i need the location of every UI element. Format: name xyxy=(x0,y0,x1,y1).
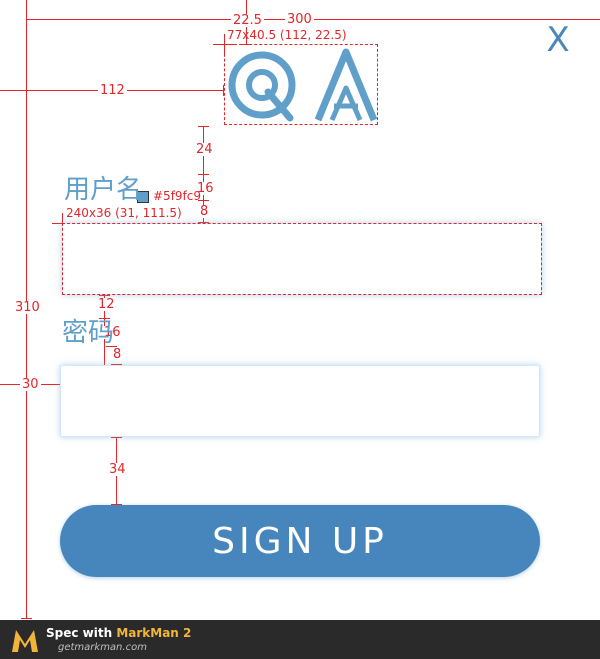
close-icon[interactable]: X xyxy=(542,23,574,57)
footer-title: Spec with MarkMan 2 xyxy=(46,626,191,640)
markman-footer: Spec with MarkMan 2 getmarkman.com xyxy=(0,620,600,659)
annotation-logo-spec: 77x40.5 (112, 22.5) xyxy=(227,28,347,42)
footer-url[interactable]: getmarkman.com xyxy=(58,642,147,653)
annotation-gap-12: 12 xyxy=(96,297,117,312)
qa-logo xyxy=(228,48,378,122)
annotation-gap-24: 24 xyxy=(194,142,215,157)
annotation-logo-offset: 22.5 xyxy=(231,13,264,28)
footer-prefix: Spec with xyxy=(46,626,117,640)
annotation-tick xyxy=(21,618,32,619)
footer-brand: MarkMan 2 xyxy=(116,626,192,640)
annotation-gap-8: 8 xyxy=(198,204,211,219)
markman-logo-icon xyxy=(12,630,38,652)
annotation-gap-8: 8 xyxy=(111,347,124,362)
password-input[interactable] xyxy=(60,365,540,437)
username-label: 用户名 xyxy=(64,175,143,205)
sign-up-button[interactable]: SIGN UP xyxy=(60,505,540,577)
annotation-input-spec: 240x36 (31, 111.5) xyxy=(66,206,182,220)
annotation-input-box xyxy=(62,223,542,295)
annotation-tick xyxy=(198,126,209,127)
annotation-left-112: 112 xyxy=(98,83,127,98)
annotation-tick xyxy=(198,174,209,175)
annotation-tick xyxy=(99,295,110,296)
annotation-height-310: 310 xyxy=(13,300,42,315)
annotation-swatch-color: #5f9fc9 xyxy=(153,189,202,203)
annotation-width-300: 300 xyxy=(285,12,314,27)
annotation-left-30: 30 xyxy=(20,377,41,392)
annotation-gap-34: 34 xyxy=(107,462,128,477)
annotation-tick xyxy=(111,437,122,438)
password-label: 密码 xyxy=(62,318,115,348)
